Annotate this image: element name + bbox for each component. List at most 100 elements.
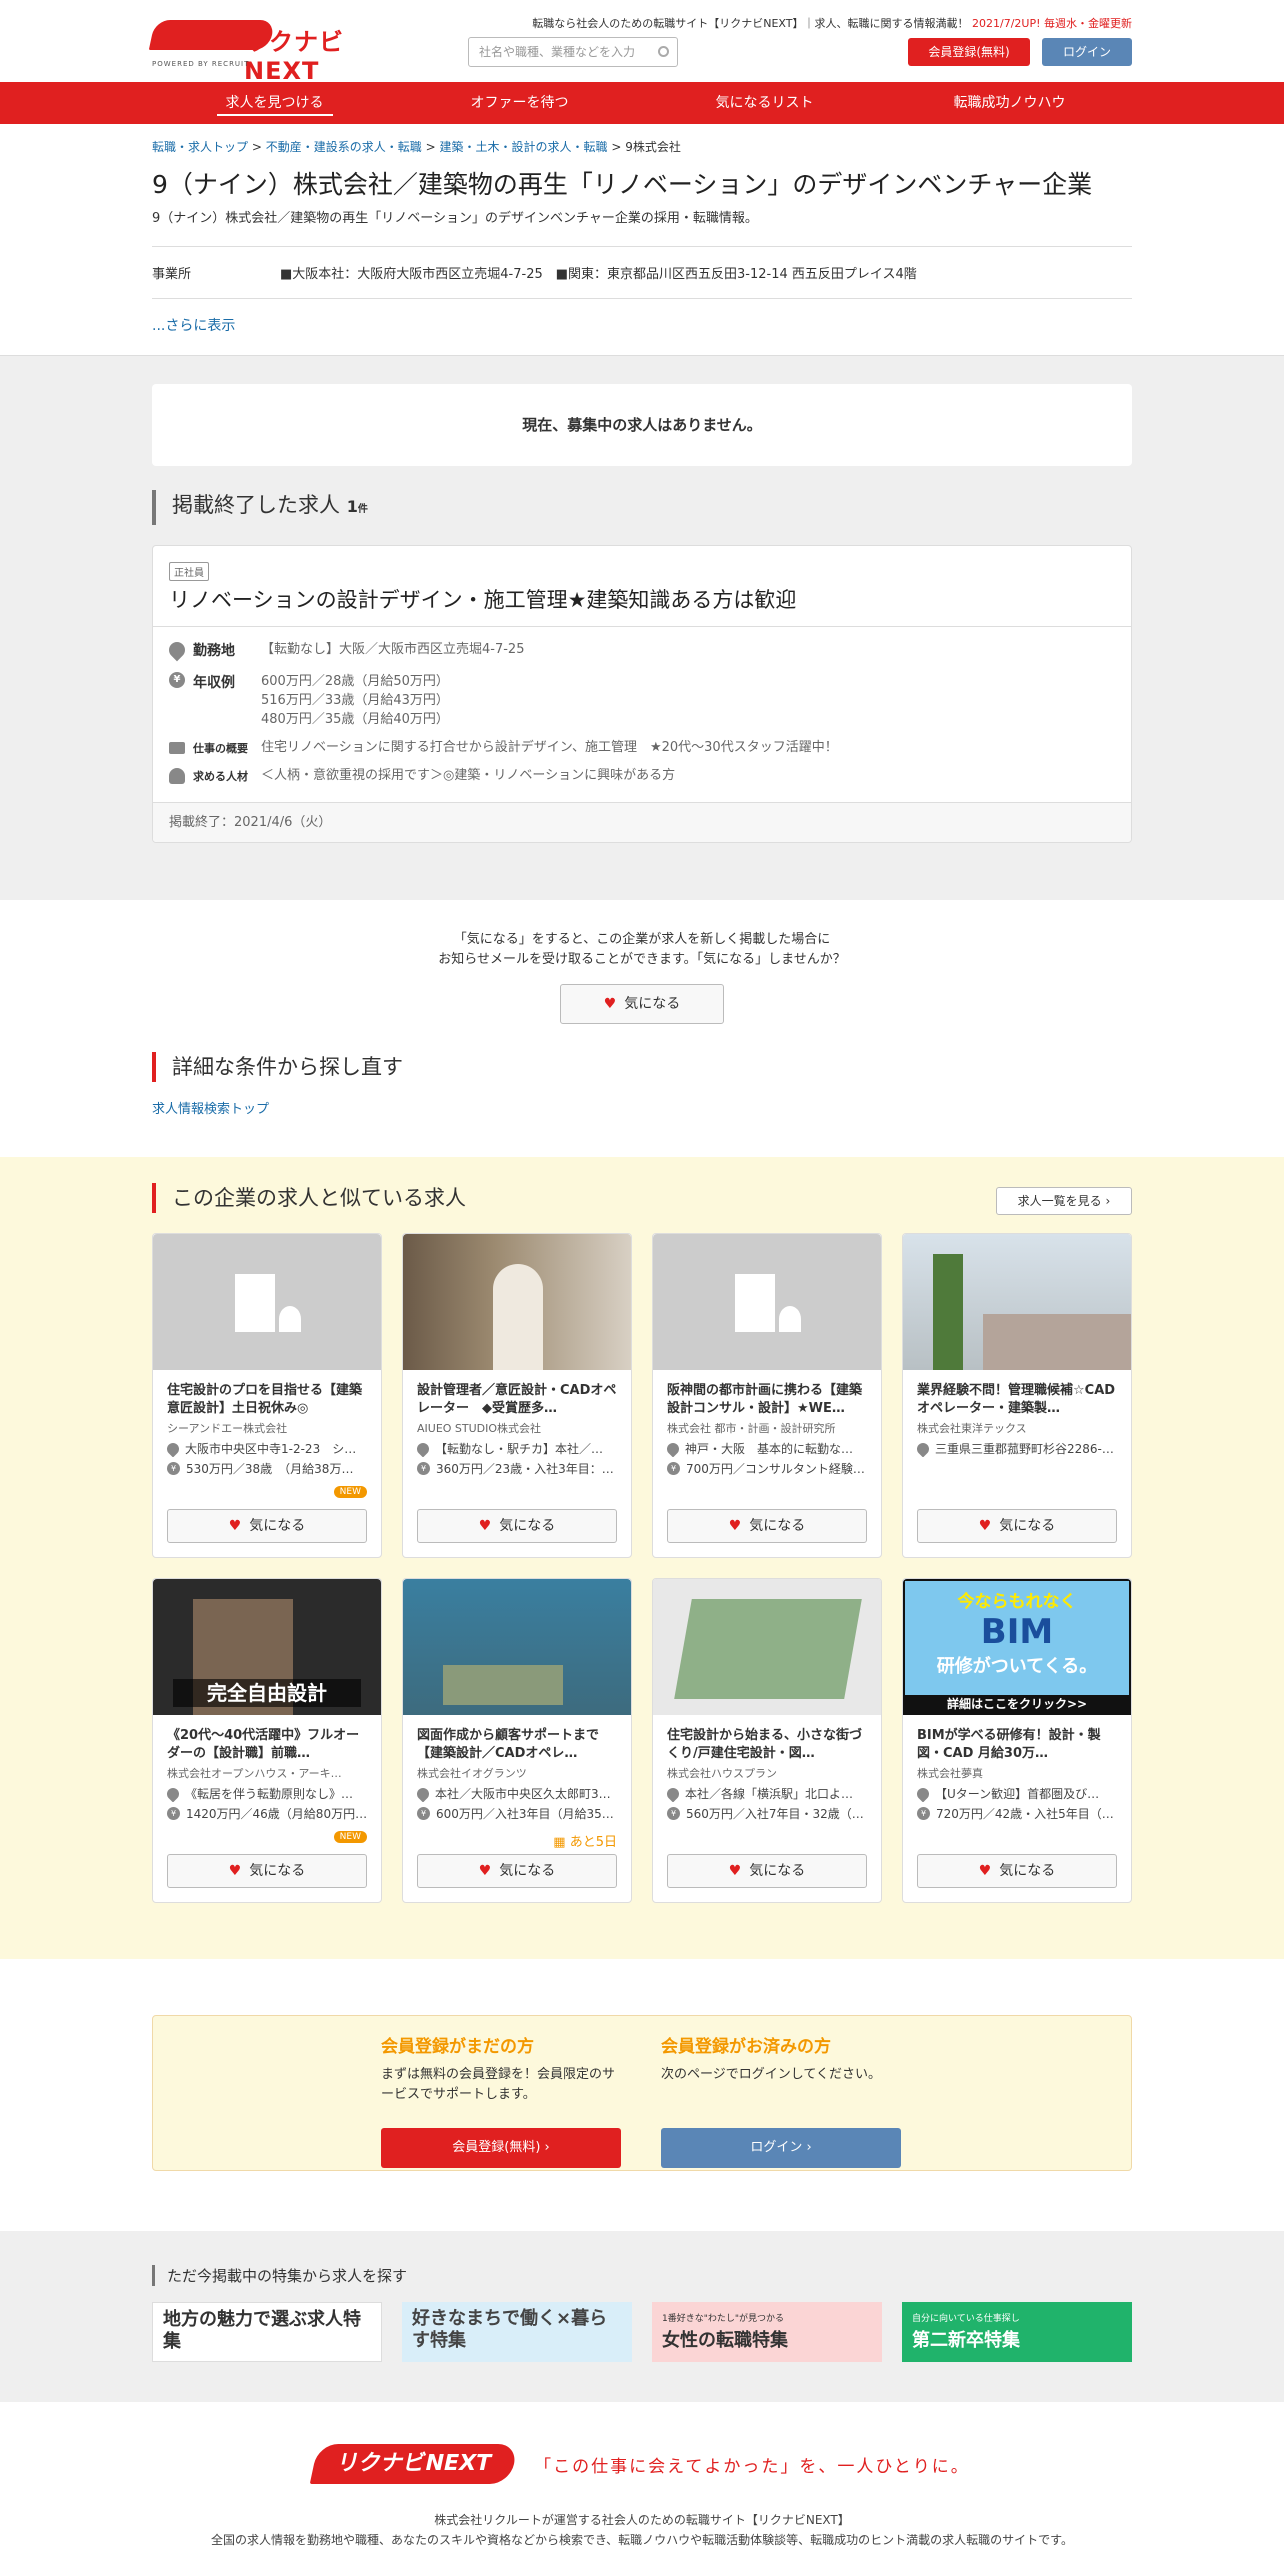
end-date: 掲載終了：2021/4/6（火） <box>153 802 1131 842</box>
job-title[interactable]: 設計管理者／意匠設計・CADオペレーター ◆受賞歴多… <box>417 1382 617 1418</box>
job-location: 神戸・大阪 基本的に転勤な… <box>667 1440 867 1457</box>
breadcrumb-top[interactable]: 転職・求人トップ <box>152 140 248 154</box>
person-row: 求める人材 ＜人柄・意欲重視の採用です＞◎建築・リノベーションに興味がある方 <box>169 766 675 785</box>
job-salary: ¥600万円／入社3年目（月給35… <box>417 1805 617 1822</box>
search-icon[interactable] <box>658 46 669 57</box>
favorite-button[interactable]: ♥ 気になる <box>667 1509 867 1543</box>
global-nav: 求人を見つける オファーを待つ 気になるリスト 転職成功ノウハウ <box>0 82 1284 124</box>
heart-icon: ♥ <box>228 1518 242 1534</box>
banner-second-grad[interactable]: 自分に向いている仕事探し 第二新卒特集 <box>902 2302 1132 2362</box>
job-image[interactable]: 完全自由設計 <box>153 1579 381 1715</box>
powered-by: POWERED BY RECRUIT <box>152 60 250 68</box>
job-title[interactable]: 業界経験不問！管理職候補☆CADオペレーター・建築製… <box>917 1382 1117 1418</box>
person-icon <box>169 767 185 784</box>
no-jobs-message: 現在、募集中の求人はありません。 <box>152 384 1132 466</box>
job-card[interactable]: 設計管理者／意匠設計・CADオペレーター ◆受賞歴多… AIUEO STUDIO… <box>402 1233 632 1558</box>
nav-find-jobs[interactable]: 求人を見つける <box>152 82 397 124</box>
favorite-prompt: 「気になる」をすると、この企業が求人を新しく掲載した場合に お知らせメールを受け… <box>152 900 1132 1024</box>
job-salary: ¥360万円／23歳・入社3年目：… <box>417 1460 617 1477</box>
heart-icon: ♥ <box>478 1863 492 1879</box>
banner-regional[interactable]: 地方の魅力で選ぶ求人特集 <box>152 2302 382 2362</box>
not-member-heading: 会員登録がまだの方 <box>381 2037 534 2057</box>
heart-icon: ♥ <box>728 1518 742 1534</box>
job-image[interactable] <box>653 1234 881 1370</box>
favorite-button[interactable]: ♥ 気になる <box>667 1854 867 1888</box>
jobs-section: 現在、募集中の求人はありません。 掲載終了した求人 1件 正社員 リノベーション… <box>0 355 1284 900</box>
nav-knowhow[interactable]: 転職成功ノウハウ <box>887 82 1132 124</box>
job-card[interactable]: 住宅設計のプロを目指せる【建築意匠設計】土日祝休み◎ シーアンドエー株式会社 大… <box>152 1233 382 1558</box>
company-subtitle: 9（ナイン）株式会社／建築物の再生「リノベーション」のデザインベンチャー企業の採… <box>152 211 758 226</box>
salary-row: ¥ 年収例 600万円／28歳（月給50万円） 516万円／33歳（月給43万円） 4… <box>169 672 449 729</box>
yen-icon: ¥ <box>167 1807 180 1820</box>
job-title[interactable]: 阪神間の都市計画に携わる【建築設計コンサル・設計】★WE… <box>667 1382 867 1418</box>
favorite-button[interactable]: ♥ 気になる <box>917 1854 1117 1888</box>
nav-wait-offer[interactable]: オファーを待つ <box>397 82 642 124</box>
member-register-button[interactable]: 会員登録(無料) › <box>381 2128 621 2168</box>
office-label: 事業所 <box>152 267 192 282</box>
breadcrumb-realestate[interactable]: 不動産・建設系の求人・転職 <box>266 140 422 154</box>
yen-icon: ¥ <box>417 1462 430 1475</box>
ended-job-title[interactable]: リノベーションの設計デザイン・施工管理★建築知識ある方は歓迎 <box>169 584 796 614</box>
breadcrumb-current: 9株式会社 <box>625 140 681 154</box>
search-top-link[interactable]: 求人情報検索トップ <box>152 1098 1132 1117</box>
favorite-button[interactable]: ♥ 気になる <box>417 1509 617 1543</box>
location-pin-icon <box>667 1785 682 1802</box>
location-pin-icon <box>917 1440 932 1457</box>
banner-women[interactable]: 1番好きな"わたし"が見つかる 女性の転職特集 <box>652 2302 882 2362</box>
heart-icon: ♥ <box>603 996 617 1012</box>
nav-favorites[interactable]: 気になるリスト <box>642 82 887 124</box>
show-more-link[interactable]: ...さらに表示 <box>152 315 1132 335</box>
job-card[interactable]: 今ならもれなく BIM 研修がついてくる。 詳細はここをクリック>> BIMが学べる研… <box>902 1578 1132 1903</box>
job-title[interactable]: BIMが学べる研修有！設計・製図・CAD 月給30万… <box>917 1727 1117 1763</box>
job-card[interactable]: 阪神間の都市計画に携わる【建築設計コンサル・設計】★WE… 株式会社 都市・計画… <box>652 1233 882 1558</box>
favorite-button[interactable]: ♥ 気になる <box>167 1854 367 1888</box>
breadcrumb-architecture[interactable]: 建築・土木・設計の求人・転職 <box>439 140 607 154</box>
register-button[interactable]: 会員登録(無料) <box>908 38 1030 66</box>
member-heading: 会員登録がお済みの方 <box>661 2037 831 2057</box>
heart-icon: ♥ <box>478 1518 492 1534</box>
job-image[interactable]: 今ならもれなく BIM 研修がついてくる。 詳細はここをクリック>> <box>903 1579 1131 1715</box>
feature-heading: ただ今掲載中の特集から求人を探す <box>152 2265 1132 2286</box>
job-card[interactable]: 業界経験不問！管理職候補☆CADオペレーター・建築製… 株式会社東洋テックス 三… <box>902 1233 1132 1558</box>
yen-icon: ¥ <box>169 672 185 688</box>
footer-logo[interactable]: リクナビNEXT <box>309 2444 519 2484</box>
job-salary: ¥530万円／38歳 （月給38万… <box>167 1460 367 1477</box>
search-input[interactable]: 社名や職種、業種などを入力 <box>468 37 678 67</box>
job-image[interactable] <box>403 1579 631 1715</box>
job-card[interactable]: 図面作成から顧客サポートまで【建築設計／CADオペレ… 株式会社イオグランツ 本… <box>402 1578 632 1903</box>
job-title[interactable]: 図面作成から顧客サポートまで【建築設計／CADオペレ… <box>417 1727 617 1763</box>
job-image[interactable] <box>403 1234 631 1370</box>
site-logo[interactable]: リクナビNEXT POWERED BY RECRUIT <box>148 16 352 85</box>
favorite-button[interactable]: ♥ 気になる <box>917 1509 1117 1543</box>
see-all-button[interactable]: 求人一覧を見る › <box>996 1187 1132 1215</box>
location-pin-icon <box>417 1440 432 1457</box>
favorite-company-button[interactable]: ♥ 気になる <box>560 984 724 1024</box>
header: リクナビNEXT POWERED BY RECRUIT 社名や職種、業種などを入… <box>148 0 1132 85</box>
breadcrumb: 転職・求人トップ > 不動産・建設系の求人・転職 > 建築・土木・設計の求人・転… <box>152 140 681 154</box>
member-box: 会員登録がまだの方 まずは無料の会員登録を！会員限定のサービスでサポートします。… <box>152 2015 1132 2171</box>
ended-job-card[interactable]: 正社員 リノベーションの設計デザイン・施工管理★建築知識ある方は歓迎 勤務地 【… <box>152 545 1132 843</box>
deadline-badge: ▦ あと5日 <box>553 1835 617 1850</box>
banner-living[interactable]: 好きなまちで働く×暮らす特集 <box>402 2302 632 2362</box>
briefcase-icon <box>169 741 185 754</box>
job-card[interactable]: 住宅設計から始まる、小さな街づくり/戸建住宅設計・図… 株式会社ハウスプラン 本… <box>652 1578 882 1903</box>
favorite-button[interactable]: ♥ 気になる <box>417 1854 617 1888</box>
job-title[interactable]: 《20代～40代活躍中》フルオーダーの【設計職】前職… <box>167 1727 367 1763</box>
job-image[interactable] <box>653 1579 881 1715</box>
login-button[interactable]: ログイン <box>1042 38 1132 66</box>
job-card[interactable]: 完全自由設計 《20代～40代活躍中》フルオーダーの【設計職】前職… 株式会社オ… <box>152 1578 382 1903</box>
job-salary: ¥1420万円／46歳（月給80万円… <box>167 1805 367 1822</box>
office-value: ■大阪本社：大阪府大阪市西区立売堀4-7-25 ■関東：東京都品川区西五反田3-… <box>280 267 917 282</box>
favorite-button[interactable]: ♥ 気になる <box>167 1509 367 1543</box>
job-location: 本社／各線「横浜駅」北口よ… <box>667 1785 867 1802</box>
yen-icon: ¥ <box>667 1462 680 1475</box>
job-image[interactable] <box>903 1234 1131 1370</box>
job-title[interactable]: 住宅設計から始まる、小さな街づくり/戸建住宅設計・図… <box>667 1727 867 1763</box>
footer-catch: 「この仕事に会えてよかった」を、一人ひとりに。 <box>534 2456 970 2477</box>
yen-icon: ¥ <box>917 1807 930 1820</box>
company-title: 9（ナイン）株式会社／建築物の再生「リノベーション」のデザインベンチャー企業 <box>152 170 1093 199</box>
job-image[interactable] <box>153 1234 381 1370</box>
yen-icon: ¥ <box>167 1462 180 1475</box>
member-login-button[interactable]: ログイン › <box>661 2128 901 2168</box>
job-title[interactable]: 住宅設計のプロを目指せる【建築意匠設計】土日祝休み◎ <box>167 1382 367 1418</box>
